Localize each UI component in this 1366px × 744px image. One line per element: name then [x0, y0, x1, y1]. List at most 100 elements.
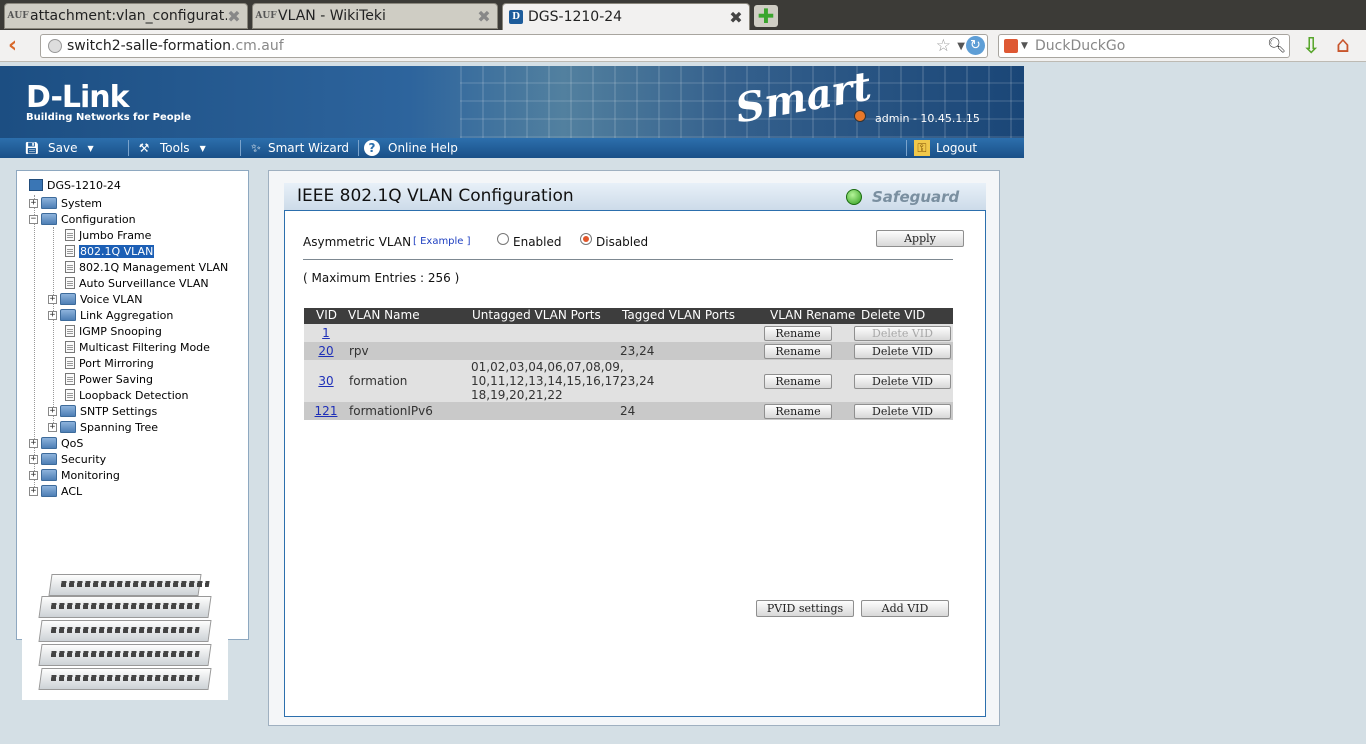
auf-favicon: AUF [255, 11, 277, 21]
tree-item-label: System [61, 196, 103, 210]
expand-plus-icon[interactable]: + [29, 486, 38, 496]
tagged-ports: 23,24 [620, 344, 655, 358]
tree-item-power-saving[interactable]: Power Saving [53, 371, 153, 387]
document-icon [65, 261, 75, 273]
url-host: switch2-salle-formation [67, 38, 232, 54]
search-icon[interactable]: 🔍︎ [1267, 36, 1286, 54]
document-icon [65, 341, 75, 353]
dlink-favicon: D [509, 10, 523, 24]
tree-item-security[interactable]: + Security [29, 451, 106, 467]
tools-menu-label: Tools [160, 141, 190, 155]
expand-plus-icon[interactable]: + [29, 470, 38, 480]
tree-item-igmp-snooping[interactable]: IGMP Snooping [53, 323, 162, 339]
rename-button[interactable]: Rename [764, 374, 832, 389]
disabled-radio[interactable] [580, 233, 592, 245]
dropdown-icon[interactable]: ▼ [1021, 41, 1028, 51]
tree-item-auto-surveillance-vlan[interactable]: Auto Surveillance VLAN [53, 275, 209, 291]
collapse-minus-icon[interactable]: − [29, 214, 38, 224]
vid-link[interactable]: 30 [304, 374, 348, 388]
tree-root[interactable]: DGS-1210-24 [29, 177, 121, 193]
tree-item-label: Voice VLAN [80, 292, 143, 306]
url-bar[interactable]: switch2-salle-formation .cm.auf ☆ ▼ ↻ [40, 34, 988, 58]
folder-icon [60, 309, 76, 321]
tree-item-jumbo-frame[interactable]: Jumbo Frame [53, 227, 151, 243]
expand-plus-icon[interactable]: + [29, 438, 38, 448]
back-arrow-icon[interactable]: ‹ [8, 34, 28, 58]
expand-plus-icon[interactable]: + [48, 294, 57, 304]
online-help-menu[interactable]: ? Online Help [364, 140, 458, 156]
apply-button[interactable]: Apply [876, 230, 964, 247]
tree-item-link-aggregation[interactable]: + Link Aggregation [48, 307, 173, 323]
folder-icon [60, 293, 76, 305]
browser-tab-1[interactable]: AUF attachment:vlan_configurat… ✖ [4, 3, 248, 29]
delete-vid-button[interactable]: Delete VID [854, 344, 951, 359]
untagged-ports: 01,02,03,04,06,07,08,09, 10,11,12,13,14,… [471, 360, 624, 402]
save-menu[interactable]: 💾︎ Save ▼ [24, 140, 93, 156]
tree-item-monitoring[interactable]: + Monitoring [29, 467, 120, 483]
expand-plus-icon[interactable]: + [29, 198, 38, 208]
delete-vid-button[interactable]: Delete VID [854, 374, 951, 389]
logout-menu[interactable]: ⚿ Logout [914, 140, 977, 156]
safeguard-indicator: Safeguard [846, 188, 959, 206]
browser-tab-active[interactable]: D DGS-1210-24 ✖ [502, 3, 750, 30]
home-icon[interactable]: ⌂ [1336, 33, 1350, 58]
add-vid-button[interactable]: Add VID [861, 600, 949, 617]
dropdown-icon[interactable]: ▼ [957, 41, 965, 52]
delete-vid-button[interactable]: Delete VID [854, 326, 951, 341]
reload-icon[interactable]: ↻ [966, 36, 985, 55]
new-tab-plus-icon[interactable]: ✚ [754, 4, 778, 28]
enabled-label: Enabled [513, 235, 562, 249]
tools-menu[interactable]: ⚒ Tools ▼ [136, 140, 206, 156]
tree-item-multicast-filtering-mode[interactable]: Multicast Filtering Mode [53, 339, 210, 355]
tree-item-label: Jumbo Frame [79, 228, 152, 242]
dlink-header: D-Link Building Networks for People Smar… [0, 66, 1024, 138]
tree-item-voice-vlan[interactable]: + Voice VLAN [48, 291, 142, 307]
tree-item-configuration[interactable]: − Configuration [29, 211, 136, 227]
tree-item-spanning-tree[interactable]: + Spanning Tree [48, 419, 158, 435]
chevron-down-icon: ▼ [199, 143, 206, 153]
example-link[interactable]: [ Example ] [413, 236, 471, 247]
vlan-name: formationIPv6 [349, 404, 433, 418]
tree-item-qos[interactable]: + QoS [29, 435, 83, 451]
enabled-radio[interactable] [497, 233, 509, 245]
delete-vid-button[interactable]: Delete VID [854, 404, 951, 419]
tree-item-system[interactable]: + System [29, 195, 102, 211]
status-led-icon [846, 189, 862, 205]
col-header-vlan-name: VLAN Name [348, 308, 420, 322]
vid-link[interactable]: 1 [304, 326, 348, 340]
tree-item-label: Power Saving [79, 372, 153, 386]
rename-button[interactable]: Rename [764, 404, 832, 419]
tree-item-8021q-management-vlan[interactable]: 802.1Q Management VLAN [53, 259, 228, 275]
smart-wizard-menu[interactable]: ✨︎ Smart Wizard [248, 140, 349, 156]
expand-plus-icon[interactable]: + [48, 422, 57, 432]
close-icon[interactable]: ✖ [729, 8, 743, 27]
tree-item-acl[interactable]: + ACL [29, 483, 82, 499]
browser-tab-bar: AUF attachment:vlan_configurat… ✖ AUF VL… [0, 0, 1366, 30]
expand-plus-icon[interactable]: + [29, 454, 38, 464]
browser-tab-2[interactable]: AUF VLAN - WikiTeki ✖ [252, 3, 498, 29]
tab-title: DGS-1210-24 [528, 9, 623, 25]
folder-icon [41, 197, 57, 209]
expand-plus-icon[interactable]: + [48, 406, 57, 416]
search-engine-icon[interactable] [1004, 39, 1018, 53]
vid-link[interactable]: 121 [304, 404, 348, 418]
pvid-settings-button[interactable]: PVID settings [756, 600, 854, 617]
tree-item-loopback-detection[interactable]: Loopback Detection [53, 387, 188, 403]
tree-item-label: SNTP Settings [80, 404, 158, 418]
tree-item-8021q-vlan[interactable]: 802.1Q VLAN [53, 243, 155, 259]
search-input[interactable]: ▼ DuckDuckGo 🔍︎ [998, 34, 1290, 58]
switch-stack-image [22, 570, 228, 700]
download-arrow-icon[interactable]: ⇩ [1302, 34, 1320, 59]
browser-nav-bar: ‹ switch2-salle-formation .cm.auf ☆ ▼ ↻ ▼… [0, 30, 1366, 62]
dlink-tagline: Building Networks for People [26, 112, 191, 123]
rename-button[interactable]: Rename [764, 344, 832, 359]
vid-link[interactable]: 20 [304, 344, 348, 358]
close-icon[interactable]: ✖ [477, 7, 491, 26]
rename-button[interactable]: Rename [764, 326, 832, 341]
bookmark-star-icon[interactable]: ☆ [936, 36, 951, 56]
tree-item-sntp-settings[interactable]: + SNTP Settings [48, 403, 157, 419]
expand-plus-icon[interactable]: + [48, 310, 57, 320]
save-menu-label: Save [48, 141, 78, 155]
tree-item-port-mirroring[interactable]: Port Mirroring [53, 355, 154, 371]
close-icon[interactable]: ✖ [227, 7, 241, 26]
